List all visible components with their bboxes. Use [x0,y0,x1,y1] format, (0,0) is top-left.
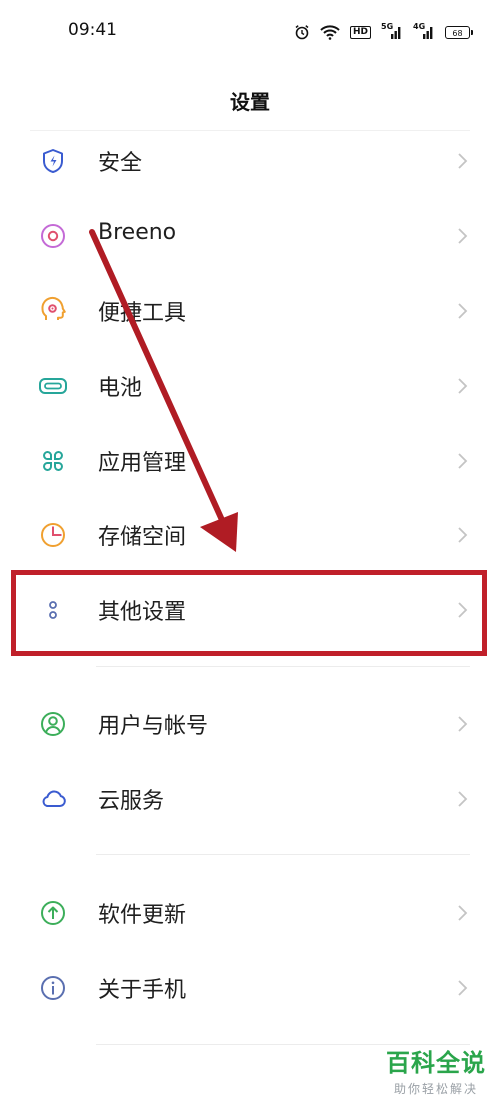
settings-item-tools[interactable]: 便捷工具 [0,274,500,348]
chevron-right-icon [450,299,474,323]
settings-item-label: 用户与帐号 [98,714,209,739]
settings-item-label: 关于手机 [98,978,187,1003]
settings-item-label: 云服务 [98,789,165,814]
settings-item-label: 电池 [98,376,143,401]
status-bar: 09:41 HD 5G 4G 68 [0,0,500,60]
settings-item-label: 便捷工具 [98,301,187,326]
chevron-right-icon [450,224,474,248]
wifi-icon [320,24,340,40]
watermark-subtitle: 助你轻松解决 [393,1082,478,1096]
chevron-right-icon [450,787,474,811]
chevron-right-icon [450,976,474,1000]
status-icons: HD 5G 4G 68 [294,20,473,44]
battery-icon: 68 [445,25,473,39]
settings-item-accounts[interactable]: 用户与帐号 [0,687,500,761]
battery-outline-icon [38,371,68,401]
info-icon [38,973,68,1003]
signal-5g-icon: 5G [381,22,403,40]
watermark-title: 百科全说 [386,1049,486,1077]
signal-4g-icon: 4G [413,22,435,40]
settings-item-security[interactable]: 安全 [0,124,500,198]
alarm-icon [294,24,310,40]
highlight-box [11,570,487,656]
settings-item-battery[interactable]: 电池 [0,349,500,423]
pie-icon [38,520,68,550]
chevron-right-icon [450,374,474,398]
settings-item-label: 存储空间 [98,525,187,550]
chevron-right-icon [450,901,474,925]
chevron-right-icon [450,712,474,736]
watermark-logo: 百科全说 助你轻松解决 [386,1043,486,1097]
breeno-icon [38,221,68,251]
shield-icon [38,146,68,176]
settings-item-about[interactable]: 关于手机 [0,951,500,1025]
page-title: 设置 [230,90,270,114]
section-divider [96,854,470,855]
user-icon [38,709,68,739]
settings-item-label: 安全 [98,151,143,176]
section-divider [96,666,470,667]
settings-item-cloud[interactable]: 云服务 [0,762,500,836]
chevron-right-icon [450,523,474,547]
settings-item-label: 应用管理 [98,451,187,476]
update-icon [38,898,68,928]
head-gear-icon [38,296,68,326]
cloud-icon [38,784,68,814]
chevron-right-icon [450,149,474,173]
settings-item-breeno[interactable]: Breeno [0,199,500,273]
settings-item-storage[interactable]: 存储空间 [0,498,500,572]
hd-icon: HD [349,25,371,39]
settings-item-update[interactable]: 软件更新 [0,876,500,950]
chevron-right-icon [450,449,474,473]
settings-item-label: 软件更新 [98,903,187,928]
settings-item-label: Breeno [98,220,177,245]
apps-icon [38,446,68,476]
status-time: 09:41 [68,20,117,40]
settings-item-apps[interactable]: 应用管理 [0,424,500,498]
